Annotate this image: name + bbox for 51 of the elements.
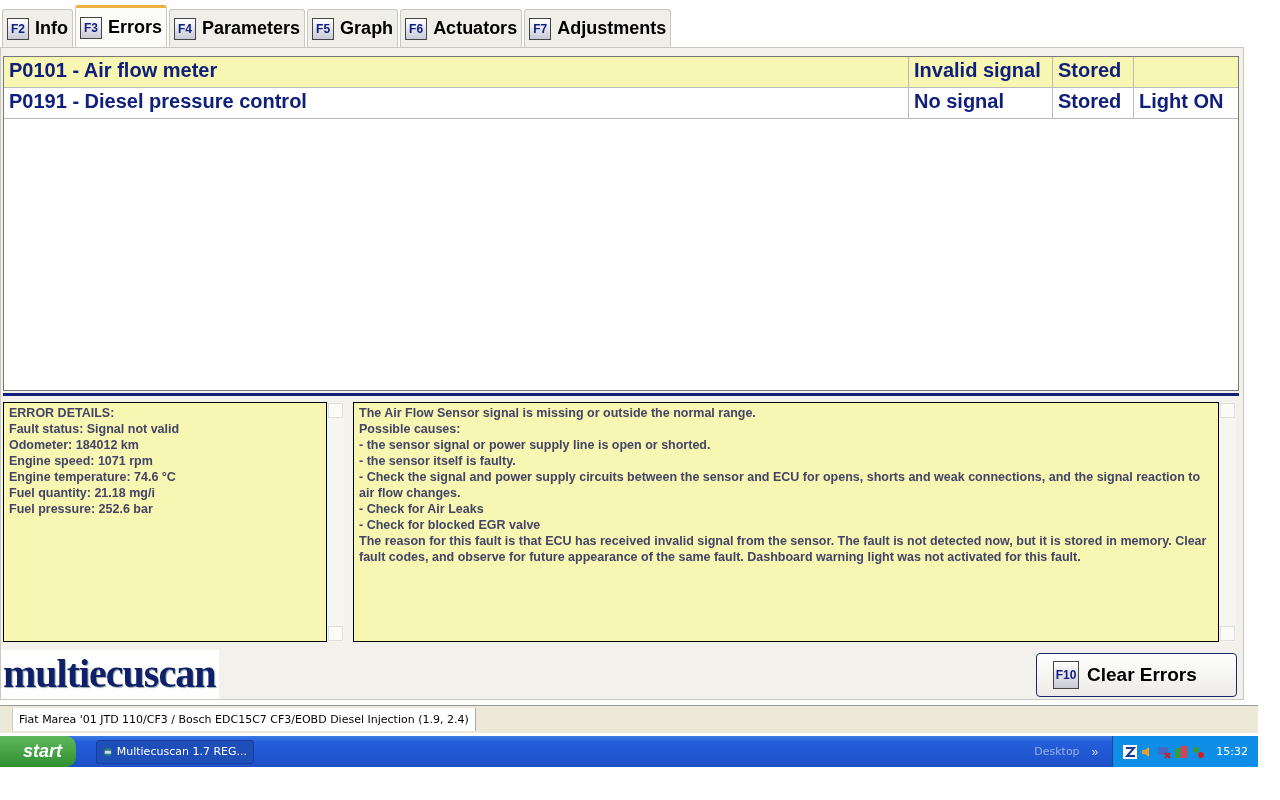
description-line: - Check for blocked EGR valve: [359, 516, 542, 533]
tab[interactable]: F6 Actuators: [400, 9, 523, 47]
status-text: Fiat Marea '01 JTD 110/CF3 / Bosch EDC15C7 CF3/EOBD Diesel Injection (1.9, 2.4): [12, 708, 476, 731]
function-key-icon: F5: [312, 17, 335, 40]
scroll-up-icon[interactable]: [328, 402, 343, 418]
logo: multiecuscan: [1, 650, 220, 699]
table-cell: Stored: [1053, 57, 1134, 87]
scroll-down-icon[interactable]: [1220, 626, 1235, 641]
tab[interactable]: F3 Errors: [75, 5, 168, 47]
table-cell: Stored: [1053, 88, 1134, 118]
tab[interactable]: F4 Parameters: [169, 9, 306, 47]
detail-line: Fuel pressure: 252.6 bar: [9, 500, 154, 517]
taskbar-button[interactable]: Multiecuscan 1.7 REG...: [96, 739, 254, 764]
description-line: - Check for Air Leaks: [359, 500, 485, 517]
function-key-icon: F6: [405, 17, 428, 40]
detail-line: ERROR DETAILS:: [9, 404, 116, 421]
tab[interactable]: F2 Info: [2, 9, 73, 47]
description-line: Possible causes:: [359, 420, 462, 437]
error-row[interactable]: P0101 - Air flow meter Invalid signal Stored: [4, 57, 1238, 88]
description-line: - the sensor signal or power supply line is open or shorted.: [359, 436, 712, 453]
table-cell-text: Light ON: [1138, 89, 1225, 114]
detail-line: Odometer: 184012 km: [9, 436, 140, 453]
tab[interactable]: F7 Adjustments: [524, 9, 672, 47]
detail-line: Engine temperature: 74.6 °C: [9, 468, 177, 485]
description-line: - Check the signal and power supply circuits between the sensor and ECU for opens, shorts and weak connections, and the signal reaction to air flow changes.: [359, 468, 1202, 501]
table-cell: P0101 - Air flow meter: [4, 57, 909, 87]
chevron-button[interactable]: »: [1091, 744, 1099, 759]
scroll-up-icon[interactable]: [1220, 402, 1235, 418]
scroll-down-icon[interactable]: [328, 626, 343, 641]
detail-line: Fuel quantity: 21.18 mg/i: [9, 484, 156, 501]
clear-errors-button[interactable]: F10 Clear Errors: [1036, 652, 1237, 697]
function-key-icon: F4: [174, 17, 197, 40]
description-line: The reason for this fault is that ECU has received invalid signal from the sensor. The fault is not detected now, but it is stored in memory. Clear fault codes, and observe for future appearance of the same fault. Dashboard warning light was not activated for this fault.: [359, 532, 1208, 565]
table-cell: Invalid signal: [909, 57, 1053, 87]
tray-icon[interactable]: [1123, 744, 1138, 759]
scrollbar[interactable]: [327, 401, 344, 642]
table-cell: P0191 - Diesel pressure control: [4, 88, 909, 118]
tab[interactable]: F5 Graph: [307, 9, 399, 47]
error-row[interactable]: P0191 - Diesel pressure control No signal Stored Light ON: [4, 88, 1238, 119]
function-key-icon: F3: [80, 16, 102, 39]
table-cell: No signal: [909, 88, 1053, 118]
function-key-icon: F7: [529, 17, 552, 40]
function-key-icon: F10: [1053, 660, 1079, 689]
clock: 15:32: [1216, 745, 1248, 758]
detail-line: Fault status: Signal not valid: [9, 420, 181, 437]
network-icon[interactable]: [1157, 744, 1172, 759]
description-line: The Air Flow Sensor signal is missing or outside the normal range.: [359, 404, 757, 421]
scrollbar[interactable]: [1219, 401, 1236, 642]
detail-line: Engine speed: 1071 rpm: [9, 452, 154, 469]
description-line: - the sensor itself is faulty.: [359, 452, 517, 469]
function-key-icon: F2: [7, 17, 29, 40]
